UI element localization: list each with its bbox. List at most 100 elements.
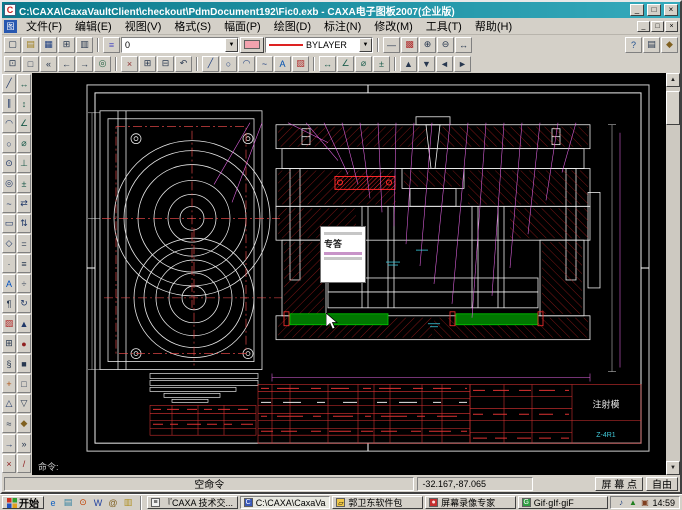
modify-scale-icon[interactable]: ▲ [17,314,31,333]
start-button[interactable]: 开始 [2,496,44,510]
task-screen-recorder[interactable]: ● 屏幕录像专家 [425,496,516,509]
draw-spline-icon[interactable]: ~ [256,55,273,72]
modify-hollow-icon[interactable]: □ [17,374,31,393]
tray-volume-icon[interactable]: ♪ [615,498,626,507]
layer-combo[interactable]: 0 ▼ [121,36,239,53]
new-file-icon[interactable]: ▢ [4,36,21,53]
draw-circle-icon[interactable]: ○ [220,55,237,72]
menu-view[interactable]: 视图(V) [119,17,168,35]
modify-mirror-icon[interactable]: ⇄ [17,194,31,213]
color-palette-icon[interactable]: ▩ [401,36,418,53]
menu-help[interactable]: 帮助(H) [469,17,518,35]
modify-array-icon[interactable]: ⇅ [17,214,31,233]
tool-axis-icon[interactable]: + [2,374,16,393]
drawing-canvas[interactable]: 注射模 Z-4R1 命令: 专答 [32,73,666,475]
properties-icon[interactable]: ▤ [643,36,660,53]
current-color-button[interactable] [240,36,264,53]
menu-edit[interactable]: 编辑(E) [69,17,118,35]
modify-next-icon[interactable]: » [17,434,31,453]
tool-wave-icon[interactable]: ≈ [2,414,16,433]
maximize-button[interactable]: □ [647,4,661,16]
menu-dimension[interactable]: 标注(N) [318,17,367,35]
dim-vertical-icon[interactable]: ↕ [17,94,31,113]
task-caxa-file-active[interactable]: C C:\CAXA\CaxaVa... [239,496,331,509]
tool-spline-icon[interactable]: ~ [2,194,16,213]
ie-icon[interactable]: e [46,496,60,509]
mail-icon[interactable]: @ [106,496,120,509]
dim-horizontal-icon[interactable]: ↔ [17,74,31,93]
layers-icon[interactable]: ≡ [103,36,120,53]
modify-trim-icon[interactable]: / [17,454,31,473]
modify-equal-icon[interactable]: = [17,234,31,253]
linewidth-icon[interactable]: — [383,36,400,53]
options-icon[interactable]: ◆ [661,36,678,53]
zoom-prev-icon[interactable]: « [40,55,57,72]
dim-diameter2-icon[interactable]: ⌀ [17,134,31,153]
dim-angle2-icon[interactable]: ∠ [17,114,31,133]
minimize-button[interactable]: _ [630,4,644,16]
draw-arc-icon[interactable]: ◠ [238,55,255,72]
tool-hatch-icon[interactable]: ▨ [2,314,16,333]
task-gif-app[interactable]: G Gif·gIf·giF [517,496,609,509]
draw-line-icon[interactable]: ╱ [202,55,219,72]
child-minimize-button[interactable]: _ [637,20,650,32]
tool-paragraph-icon[interactable]: ¶ [2,294,16,313]
dim-perpendicular-icon[interactable]: ⊥ [17,154,31,173]
tool-erase-icon[interactable]: × [2,454,16,473]
vertical-scrollbar[interactable]: ▲ ▼ [666,73,680,475]
pan-icon[interactable]: ↔ [455,36,472,53]
task-caxa-forum[interactable]: ≡ 『CAXA 技术交... [147,496,238,509]
refresh-icon[interactable]: ◎ [94,55,111,72]
tool-polygon-icon[interactable]: ◇ [2,234,16,253]
tool-circle-icon[interactable]: ○ [2,134,16,153]
dim-tolerance-icon[interactable]: ± [373,55,390,72]
save-file-icon[interactable]: ▦ [40,36,57,53]
tool-line-icon[interactable]: ╱ [2,74,16,93]
paste-icon[interactable]: ⊟ [157,55,174,72]
dim-diameter-icon[interactable]: ⌀ [355,55,372,72]
tool-arc-icon[interactable]: ◠ [2,114,16,133]
linetype-combo[interactable]: BYLAYER ▼ [265,36,373,53]
layer-combo-arrow-icon[interactable]: ▼ [225,37,238,52]
modify-offset-icon[interactable]: ≡ [17,254,31,273]
tool-rect-icon[interactable]: ▭ [2,214,16,233]
pan-left-icon[interactable]: ← [58,55,75,72]
modify-fill-icon[interactable]: ● [17,334,31,353]
tool-block-icon[interactable]: ⊞ [2,334,16,353]
tool-arrow-icon[interactable]: → [2,434,16,453]
tool-formula-icon[interactable]: § [2,354,16,373]
child-restore-button[interactable]: □ [651,20,664,32]
copy-icon[interactable]: ⊞ [139,55,156,72]
layer-down-icon[interactable]: ▼ [418,55,435,72]
menu-modify[interactable]: 修改(M) [368,17,419,35]
tool-text-icon[interactable]: A [2,274,16,293]
tray-display-icon[interactable]: ▣ [639,498,650,507]
folder-launch-icon[interactable]: ▥ [121,496,135,509]
word-icon[interactable]: W [91,496,105,509]
zoom-all-icon[interactable]: □ [22,55,39,72]
modify-node-icon[interactable]: ◆ [17,414,31,433]
show-desktop-icon[interactable]: ▤ [61,496,75,509]
cut-icon[interactable]: × [121,55,138,72]
zoom-out-icon[interactable]: ⊖ [437,36,454,53]
child-close-button[interactable]: × [665,20,678,32]
pick-mode-button[interactable]: 自由 [646,476,678,491]
modify-divide-icon[interactable]: ÷ [17,274,31,293]
prev-view-icon[interactable]: ◄ [436,55,453,72]
task-folder[interactable]: ▱ 郭卫东软件包 [332,496,424,509]
draw-text-icon[interactable]: A [274,55,291,72]
help-icon[interactable]: ? [625,36,642,53]
dim-tolerance2-icon[interactable]: ± [17,174,31,193]
scrollbar-thumb[interactable] [666,91,680,125]
next-view-icon[interactable]: ► [454,55,471,72]
modify-solid-icon[interactable]: ■ [17,354,31,373]
modify-flip-icon[interactable]: ▽ [17,394,31,413]
tool-parallel-icon[interactable]: ∥ [2,94,16,113]
preview-icon[interactable]: ▥ [76,36,93,53]
tray-shield-icon[interactable]: ▲ [627,498,638,507]
layer-up-icon[interactable]: ▲ [400,55,417,72]
menu-sheet[interactable]: 幅面(P) [218,17,267,35]
menu-tools[interactable]: 工具(T) [420,17,468,35]
tool-ellipse-icon[interactable]: ◎ [2,174,16,193]
close-button[interactable]: × [664,4,678,16]
